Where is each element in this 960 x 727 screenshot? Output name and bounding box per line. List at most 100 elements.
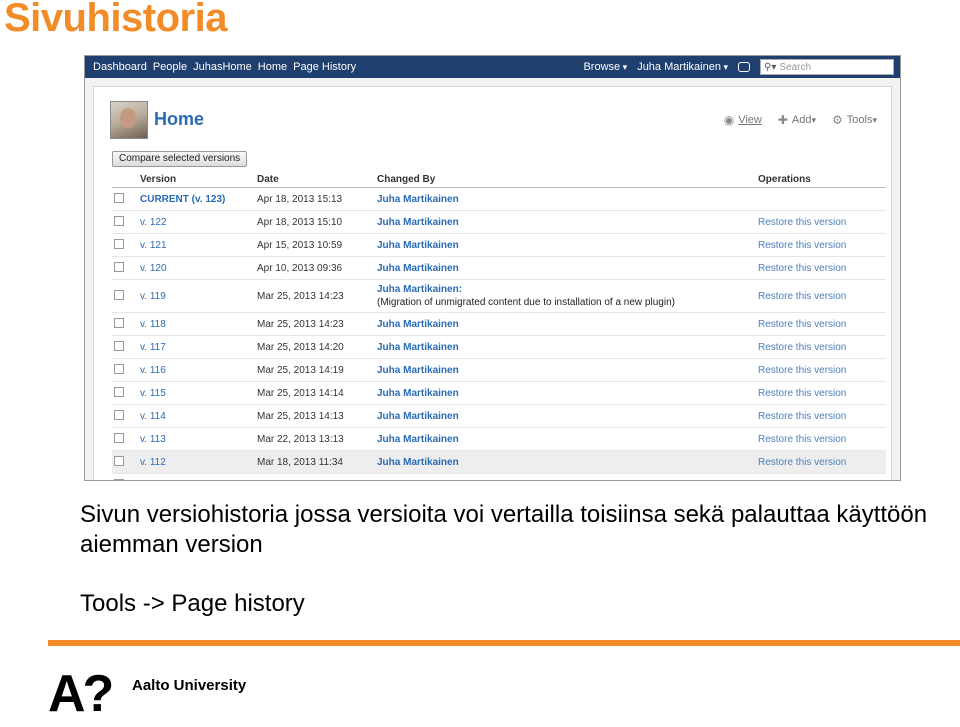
changed-by-link[interactable]: Juha Martikainen — [377, 194, 459, 205]
version-date: Apr 10, 2013 09:36 — [257, 262, 343, 274]
row-checkbox[interactable] — [114, 289, 124, 300]
search-icon: ⚲▾ — [764, 61, 777, 73]
breadcrumb-people[interactable]: People — [153, 61, 193, 73]
page-title[interactable]: Home — [154, 109, 204, 130]
version-link[interactable]: v. 113 — [140, 434, 166, 445]
aalto-logo-mark: A? — [48, 665, 114, 723]
tools-button[interactable]: ⚙ Tools — [832, 113, 877, 127]
restore-version-link[interactable]: Restore this version — [758, 217, 846, 228]
version-date: Apr 18, 2013 15:10 — [257, 216, 343, 228]
row-checkbox[interactable] — [114, 409, 124, 420]
page-content: Home ◉ View ✚ Add ⚙ Tools Compare select… — [93, 86, 892, 480]
top-navigation-bar: Dashboard People JuhasHome Home Page His… — [85, 56, 900, 78]
changed-by-link[interactable]: Juha Martikainen — [377, 411, 459, 422]
user-menu[interactable]: Juha Martikainen — [637, 61, 728, 73]
changed-by-link[interactable]: Juha Martikainen — [377, 388, 459, 399]
table-row: v. 115 Mar 25, 2013 14:14 Juha Martikainen… — [112, 381, 886, 405]
header-select — [112, 171, 140, 188]
restore-version-link[interactable]: Restore this version — [758, 434, 846, 445]
breadcrumb-page-history[interactable]: Page History — [293, 61, 362, 73]
changed-by-link[interactable]: Juha Martikainen — [377, 434, 459, 445]
row-checkbox[interactable] — [114, 192, 124, 203]
header-changed-by: Changed By — [377, 171, 758, 188]
page-actions: ◉ View ✚ Add ⚙ Tools — [708, 113, 877, 127]
slide-subcaption: Tools -> Page history — [80, 590, 305, 617]
table-row: CURRENT (v. 123) Apr 18, 2013 15:13 Juha M… — [112, 187, 886, 211]
table-row: v. 121 Apr 15, 2013 10:59 Juha Martikainen… — [112, 233, 886, 257]
version-date: Mar 25, 2013 14:23 — [257, 318, 344, 330]
row-checkbox[interactable] — [114, 261, 124, 272]
row-checkbox[interactable] — [114, 455, 124, 466]
version-link[interactable]: v. 117 — [140, 342, 166, 353]
add-button[interactable]: ✚ Add — [778, 113, 816, 127]
changed-by-link[interactable]: Juha Martikainen — [377, 217, 459, 228]
restore-version-link[interactable]: Restore this version — [758, 263, 846, 274]
version-link[interactable]: v. 121 — [140, 240, 167, 251]
accent-divider — [48, 640, 960, 646]
version-date: Mar 25, 2013 14:13 — [257, 410, 344, 422]
restore-version-link[interactable]: Restore this version — [758, 457, 846, 468]
changed-by-link[interactable]: Juha Martikainen — [377, 457, 459, 468]
compare-versions-button[interactable]: Compare selected versions — [112, 151, 248, 167]
eye-icon: ◉ — [723, 113, 735, 127]
breadcrumb-dashboard[interactable]: Dashboard — [85, 61, 153, 73]
table-row: v. 112 Mar 18, 2013 11:34 Juha Martikainen… — [112, 450, 886, 474]
restore-version-link[interactable]: Restore this version — [758, 291, 846, 302]
restore-version-link[interactable]: Restore this version — [758, 365, 846, 376]
version-date: Apr 15, 2013 10:59 — [257, 239, 343, 251]
table-row: v. 120 Apr 10, 2013 09:36 Juha Martikainen… — [112, 256, 886, 280]
view-button[interactable]: ◉ View — [724, 113, 762, 127]
changed-by-link[interactable]: Juha Martikainen — [377, 319, 459, 330]
changed-by-link[interactable]: Juha Martikainen — [377, 365, 459, 376]
slide-title: Sivuhistoria — [4, 0, 227, 40]
version-link[interactable]: v. 116 — [140, 365, 166, 376]
version-date: Mar 25, 2013 14:19 — [257, 364, 344, 376]
row-checkbox[interactable] — [114, 340, 124, 351]
row-checkbox[interactable] — [114, 215, 124, 226]
row-checkbox[interactable] — [114, 317, 124, 328]
browse-menu[interactable]: Browse — [583, 61, 627, 73]
restore-version-link[interactable]: Restore this version — [758, 411, 846, 422]
breadcrumb-juhashome[interactable]: JuhasHome — [193, 61, 258, 73]
version-date: Mar 25, 2013 14:23 — [257, 290, 344, 302]
table-row: v. 116 Mar 25, 2013 14:19 Juha Martikainen… — [112, 358, 886, 382]
changed-by-link[interactable]: Juha Martikainen — [377, 263, 459, 274]
user-avatar[interactable] — [110, 101, 148, 139]
slide-caption: Sivun versiohistoria jossa versioita voi… — [80, 501, 928, 558]
version-link[interactable]: CURRENT (v. 123) — [140, 194, 225, 205]
restore-version-link[interactable]: Restore this version — [758, 480, 846, 481]
changed-by-link[interactable]: Juha Martikainen — [377, 480, 459, 481]
version-date: Mar 25, 2013 14:14 — [257, 387, 344, 399]
restore-version-link[interactable]: Restore this version — [758, 319, 846, 330]
version-link[interactable]: v. 111 — [140, 480, 165, 481]
search-input[interactable]: ⚲▾ Search — [760, 59, 894, 75]
table-row: v. 111 Mar 18, 2013 11:32 Juha Martikainen… — [112, 473, 886, 481]
version-link[interactable]: v. 114 — [140, 411, 166, 422]
notifications-icon[interactable] — [738, 62, 750, 72]
row-checkbox[interactable] — [114, 478, 124, 480]
table-row: v. 114 Mar 25, 2013 14:13 Juha Martikainen… — [112, 404, 886, 428]
version-link[interactable]: v. 118 — [140, 319, 166, 330]
changed-by-link[interactable]: Juha Martikainen — [377, 342, 459, 353]
plus-icon: ✚ — [777, 113, 788, 127]
row-checkbox[interactable] — [114, 363, 124, 374]
table-row: v. 117 Mar 25, 2013 14:20 Juha Martikainen… — [112, 335, 886, 359]
breadcrumb-home[interactable]: Home — [258, 61, 293, 73]
changed-by-link[interactable]: Juha Martikainen: — [377, 284, 462, 295]
restore-version-link[interactable]: Restore this version — [758, 342, 846, 353]
version-link[interactable]: v. 119 — [140, 291, 166, 302]
restore-version-link[interactable]: Restore this version — [758, 240, 846, 251]
changed-by-link[interactable]: Juha Martikainen — [377, 240, 459, 251]
version-link[interactable]: v. 112 — [140, 457, 166, 468]
version-link[interactable]: v. 115 — [140, 388, 166, 399]
row-checkbox[interactable] — [114, 386, 124, 397]
version-link[interactable]: v. 120 — [140, 263, 167, 274]
table-row: v. 122 Apr 18, 2013 15:10 Juha Martikainen… — [112, 210, 886, 234]
row-checkbox[interactable] — [114, 238, 124, 249]
header-version: Version — [140, 171, 257, 188]
table-header-row: Version Date Changed By Operations — [112, 171, 886, 188]
version-link[interactable]: v. 122 — [140, 217, 167, 228]
restore-version-link[interactable]: Restore this version — [758, 388, 846, 399]
row-checkbox[interactable] — [114, 432, 124, 443]
aalto-logo-text: Aalto University — [132, 677, 247, 694]
